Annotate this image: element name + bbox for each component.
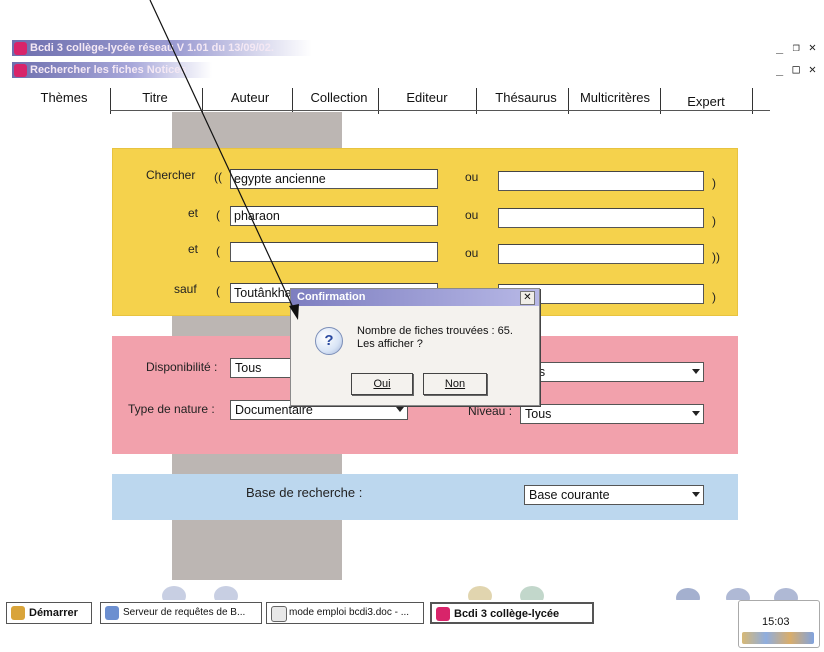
- taskbar-item-document[interactable]: mode emploi bcdi3.doc - ...: [266, 602, 424, 624]
- annotation-arrow: [149, 0, 299, 320]
- clock[interactable]: 15:03: [762, 616, 790, 628]
- document-icon: [271, 606, 287, 622]
- start-button[interactable]: Démarrer: [6, 602, 92, 624]
- tray-icons[interactable]: [742, 632, 814, 644]
- server-app-icon: [105, 606, 119, 620]
- taskbar-item-label: Bcdi 3 collège-lycée: [454, 608, 560, 620]
- taskbar-item-serveur[interactable]: Serveur de requêtes de B...: [100, 602, 262, 624]
- taskbar-item-label: mode emploi bcdi3.doc - ...: [289, 607, 410, 618]
- taskbar-item-label: Serveur de requêtes de B...: [123, 607, 246, 618]
- start-label: Démarrer: [29, 607, 78, 619]
- windows-logo-icon: [11, 606, 25, 620]
- taskbar-item-bcdi[interactable]: Bcdi 3 collège-lycée: [430, 602, 594, 624]
- app-icon: [436, 607, 450, 621]
